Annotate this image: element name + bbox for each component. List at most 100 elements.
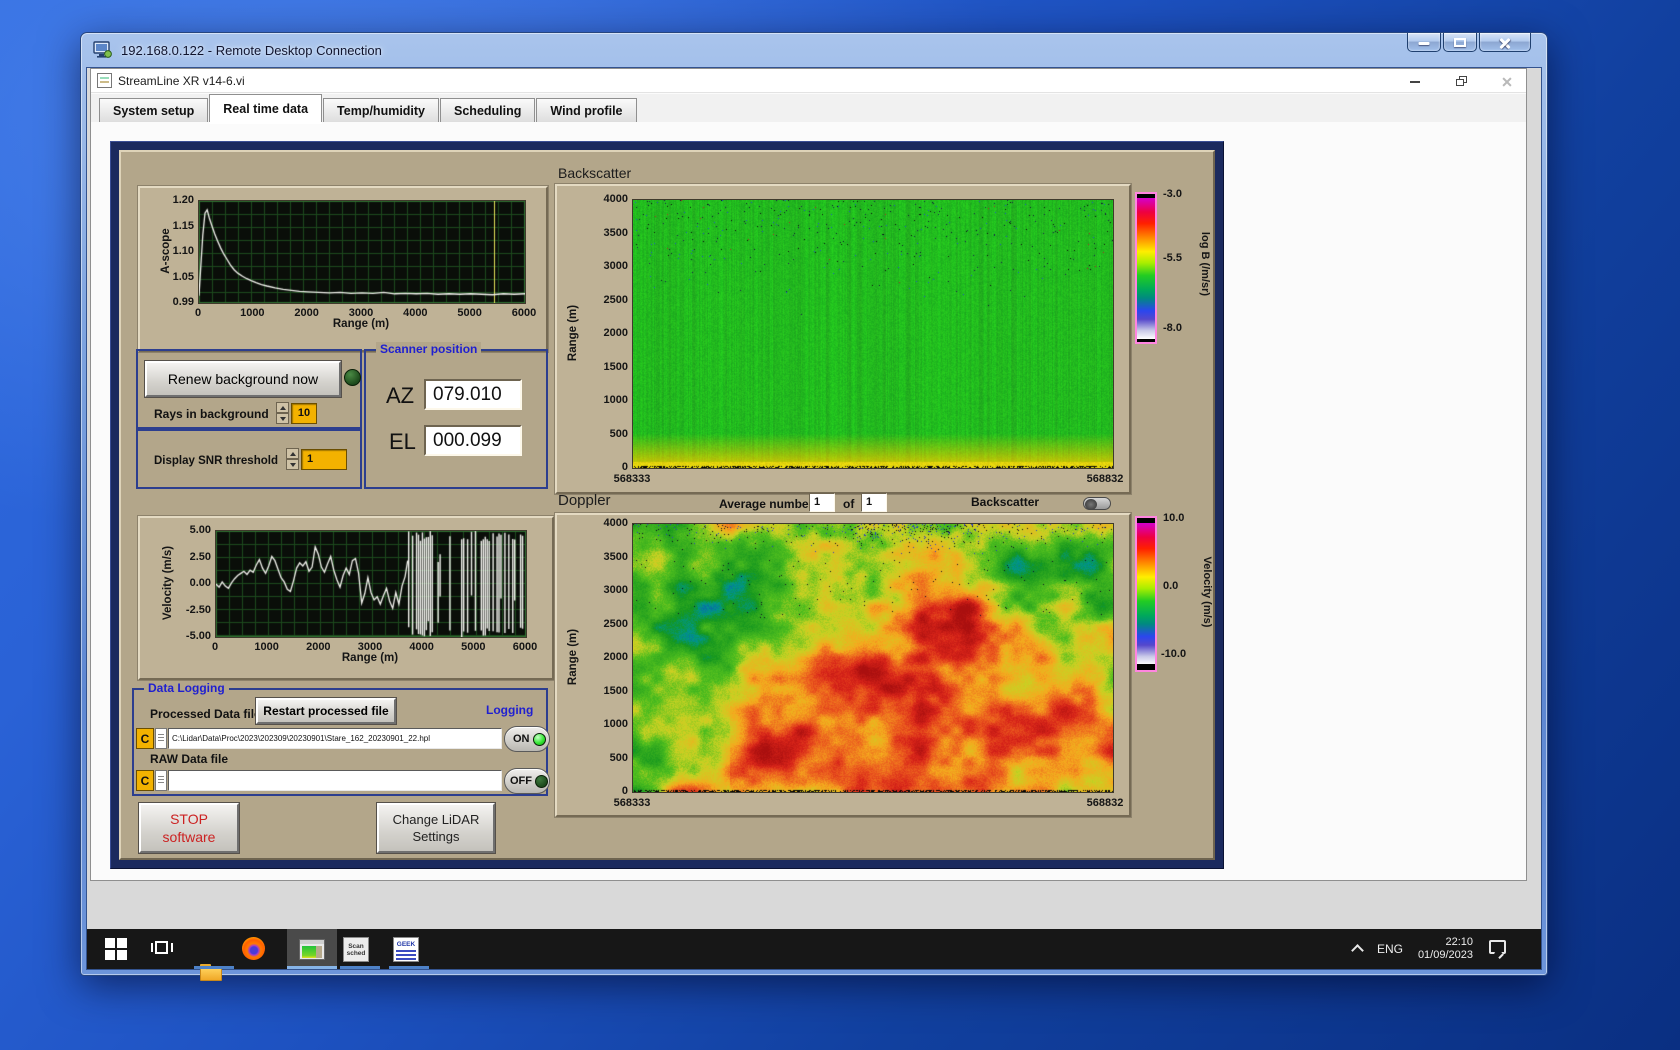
- labview-vi-icon: [97, 73, 112, 88]
- ascope-plot[interactable]: [198, 200, 526, 304]
- processed-browse-icon[interactable]: [155, 728, 167, 749]
- change-line2: Settings: [412, 829, 460, 844]
- language-indicator[interactable]: ENG: [1377, 942, 1403, 956]
- tick-label: 1000: [240, 307, 265, 319]
- backscatter-plot[interactable]: [632, 199, 1114, 469]
- task-view-button[interactable]: [150, 937, 174, 961]
- scan-scheduler-icon[interactable]: Scan sched: [343, 937, 369, 962]
- show-hidden-icons-chevron[interactable]: [1351, 944, 1364, 957]
- rdp-close-button[interactable]: [1479, 33, 1531, 52]
- average-number-value[interactable]: 1: [809, 493, 835, 512]
- tab-real-time-data[interactable]: Real time data: [209, 94, 323, 122]
- az-label: AZ: [386, 383, 415, 408]
- increment-icon[interactable]: [276, 402, 289, 413]
- raw-drive-box[interactable]: C: [136, 770, 154, 791]
- tick-label: 3000: [603, 260, 628, 272]
- tick-label: 5000: [457, 307, 482, 319]
- backscatter-toggle-label: Backscatter: [971, 495, 1040, 509]
- el-value[interactable]: 000.099: [424, 425, 522, 456]
- file-explorer-icon[interactable]: [199, 961, 223, 985]
- action-center-icon[interactable]: [1489, 940, 1506, 954]
- data-logging-title: Data Logging: [144, 681, 229, 695]
- processed-drive-box[interactable]: C: [136, 728, 154, 749]
- rays-spinner[interactable]: [276, 402, 289, 424]
- app-restore-button[interactable]: [1448, 73, 1476, 90]
- tick-label: 0: [194, 307, 202, 319]
- tick-label: 2000: [603, 651, 628, 663]
- tick-label: 3000: [603, 584, 628, 596]
- tab-scheduling[interactable]: Scheduling: [440, 98, 536, 122]
- tick-label: 5000: [461, 641, 486, 653]
- restart-processed-file-button[interactable]: Restart processed file: [256, 698, 396, 724]
- tick-label: 3000: [348, 307, 374, 319]
- app-minimize-button[interactable]: [1401, 73, 1429, 90]
- streamline-app-icon: [299, 939, 325, 960]
- background-controls-group: Renew background now Rays in background …: [136, 349, 362, 429]
- el-label: EL: [389, 429, 416, 454]
- tab-bar: System setup Real time data Temp/humidit…: [91, 94, 1526, 122]
- app-titlebar[interactable]: StreamLine XR v14-6.vi: [91, 69, 1526, 93]
- velocity-plot[interactable]: [215, 530, 527, 638]
- tick-label: 4000: [403, 307, 428, 319]
- renew-background-button[interactable]: Renew background now: [145, 361, 341, 397]
- tick-label: 6000: [512, 641, 538, 653]
- stop-software-button[interactable]: STOP software: [139, 803, 239, 853]
- change-lidar-settings-button[interactable]: Change LiDAR Settings: [377, 803, 495, 853]
- tab-system-setup[interactable]: System setup: [99, 98, 209, 122]
- tick-label: 2000: [603, 327, 628, 339]
- app-close-button[interactable]: [1493, 73, 1521, 90]
- average-of-total[interactable]: 1: [861, 493, 887, 512]
- backscatter-doppler-toggle[interactable]: [1083, 497, 1111, 510]
- rdp-titlebar[interactable]: 192.168.0.122 - Remote Desktop Connectio…: [81, 33, 1547, 67]
- tick-label: 2000: [306, 641, 331, 653]
- doppler-x-start: 568333: [613, 797, 651, 809]
- scanner-position-group: Scanner position AZ 079.010 EL 000.099: [364, 342, 548, 489]
- raw-data-file-path[interactable]: [168, 770, 502, 791]
- average-number-label: Average number: [719, 497, 814, 511]
- rays-in-background-value[interactable]: 10: [291, 403, 317, 424]
- decrement-icon[interactable]: [276, 413, 289, 424]
- doppler-graph: Range (m) 568333 568832 4000 3500 3000 2500…: [555, 513, 1131, 817]
- firefox-icon[interactable]: [242, 937, 265, 960]
- raw-logging-toggle[interactable]: OFF: [504, 768, 550, 794]
- velocity-x-axis-label: Range (m): [341, 652, 399, 664]
- panel-background: A-scope Range (m) 1.20 1.15 1.10 1.05 0.99 0 1…: [119, 150, 1215, 860]
- ascope-x-axis-label: Range (m): [332, 318, 390, 330]
- display-snr-threshold-label: Display SNR threshold: [154, 455, 278, 467]
- rdp-minimize-button[interactable]: [1407, 33, 1441, 52]
- raw-browse-icon[interactable]: [155, 770, 167, 791]
- doppler-cbar-min: -10.0: [1161, 648, 1187, 660]
- doppler-title: Doppler: [558, 492, 611, 509]
- of-label: of: [843, 497, 855, 511]
- tick-label: 0: [621, 461, 628, 473]
- decrement-icon[interactable]: [286, 459, 299, 470]
- backscatter-y-axis-label: Range (m): [567, 304, 579, 362]
- tab-temp-humidity[interactable]: Temp/humidity: [323, 98, 440, 122]
- taskbar: Scan sched GEEK ENG 22:10 01/09/2023: [87, 929, 1541, 981]
- snr-spinner[interactable]: [286, 448, 299, 470]
- doppler-cbar-mid: 0.0: [1163, 580, 1179, 592]
- backscatter-cbar-label: log B (/m/sr): [1199, 231, 1211, 297]
- notes-app-icon[interactable]: GEEK: [393, 937, 419, 962]
- snr-controls-group: Display SNR threshold 1: [136, 429, 362, 489]
- az-value[interactable]: 079.010: [424, 379, 522, 410]
- display-snr-threshold-value[interactable]: 1: [301, 449, 347, 470]
- tab-wind-profile[interactable]: Wind profile: [536, 98, 637, 122]
- active-app-tile[interactable]: [287, 929, 337, 969]
- tick-label: -2.50: [185, 603, 211, 616]
- tick-label: 1.15: [172, 219, 194, 232]
- doppler-plot[interactable]: [632, 523, 1114, 793]
- taskbar-clock[interactable]: 22:10 01/09/2023: [1407, 936, 1473, 962]
- doppler-y-axis-label: Range (m): [567, 628, 579, 686]
- start-button[interactable]: [105, 937, 129, 961]
- tick-label: 500: [609, 427, 628, 440]
- doppler-x-end: 568832: [1086, 797, 1124, 809]
- tick-label: 0: [211, 641, 219, 653]
- rdp-maximize-button[interactable]: [1443, 33, 1477, 52]
- processed-data-file-path[interactable]: C:\Lidar\Data\Proc\2023\202309\20230901\…: [168, 728, 502, 749]
- processed-logging-toggle[interactable]: ON: [504, 726, 550, 752]
- front-panel: A-scope Range (m) 1.20 1.15 1.10 1.05 0.99 0 1…: [110, 141, 1224, 869]
- increment-icon[interactable]: [286, 448, 299, 459]
- backscatter-graph: Range (m) 568333 568832 4000 3500 3000 2500…: [555, 184, 1131, 494]
- backscatter-colorbar: [1135, 192, 1157, 344]
